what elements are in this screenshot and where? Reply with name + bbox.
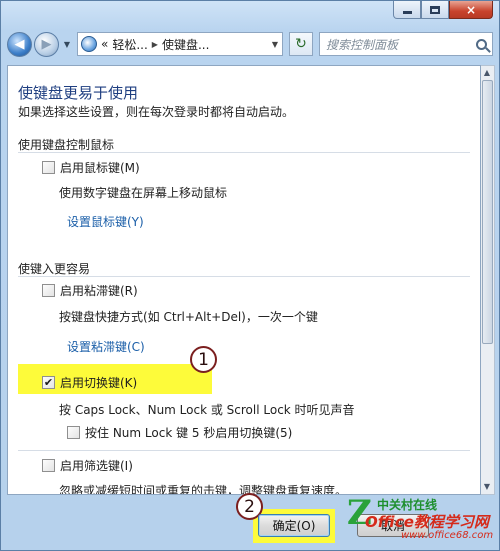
setup-mouse-keys-link[interactable]: 设置鼠标键(Y)	[67, 213, 144, 230]
toggle-keys-description: 按 Caps Lock、Num Lock 或 Scroll Lock 时听见声音	[59, 403, 355, 417]
maximize-icon	[430, 5, 440, 14]
minimize-button[interactable]	[393, 1, 421, 19]
back-button[interactable]: ◀	[7, 31, 32, 57]
filter-keys-description: 忽略或减缓短时间或重复的击键，调整键盘重复速度。	[59, 484, 348, 495]
toggle-keys-label[interactable]: 启用切换键(K)	[60, 374, 137, 391]
divider	[18, 152, 470, 153]
minimize-icon	[402, 11, 412, 14]
filter-keys-label[interactable]: 启用筛选键(I)	[60, 457, 133, 474]
control-panel-icon	[81, 36, 97, 52]
watermark-url: www.office68.com	[401, 530, 494, 541]
sticky-keys-checkbox[interactable]	[42, 284, 55, 297]
sticky-keys-label[interactable]: 启用粘滞键(R)	[60, 282, 138, 299]
page-description: 如果选择这些设置，则在每次登录时都将自动启动。	[18, 105, 295, 119]
arrow-left-icon: ◀	[14, 36, 25, 52]
group-title-typing: 使键入更容易	[18, 262, 91, 276]
mouse-keys-label[interactable]: 启用鼠标键(M)	[60, 159, 140, 176]
scroll-up-icon[interactable]: ▲	[481, 66, 493, 80]
search-input[interactable]: 搜索控制面板	[319, 32, 493, 56]
caption-buttons: ×	[393, 1, 493, 19]
ok-button[interactable]: 确定(O)	[258, 514, 330, 537]
scroll-thumb[interactable]	[482, 80, 493, 344]
recent-pages-dropdown[interactable]: ▼	[61, 40, 73, 49]
refresh-button[interactable]: ↻	[289, 32, 313, 56]
search-icon[interactable]	[476, 38, 487, 50]
chevron-right-icon[interactable]: ▶	[152, 40, 158, 49]
search-placeholder: 搜索控制面板	[326, 37, 399, 52]
annotation-step-1: 1	[190, 346, 217, 373]
site-watermark: Z 中关村在线 Office教程学习网 www.office68.com	[345, 494, 495, 544]
divider	[18, 450, 470, 451]
sticky-keys-description: 按键盘快捷方式(如 Ctrl+Alt+Del)，一次一个键	[59, 310, 318, 324]
breadcrumb-overflow[interactable]: «	[101, 37, 108, 51]
breadcrumb-ease-of-access[interactable]: 轻松...	[112, 36, 147, 53]
group-title-mouse-keys: 使用键盘控制鼠标	[18, 138, 115, 152]
divider	[18, 276, 470, 277]
vertical-scrollbar[interactable]: ▲ ▼	[481, 65, 495, 495]
toggle-keys-option[interactable]: ✔ 启用切换键(K)	[42, 374, 137, 391]
sticky-keys-option[interactable]: 启用粘滞键(R)	[42, 282, 138, 299]
numlock-toggle-checkbox[interactable]	[67, 426, 80, 439]
close-button[interactable]: ×	[449, 1, 493, 19]
watermark-line-2: Office教程学习网	[365, 513, 489, 531]
toggle-keys-checkbox[interactable]: ✔	[42, 376, 55, 389]
numlock-toggle-option[interactable]: 按住 Num Lock 键 5 秒启用切换键(5)	[67, 424, 292, 441]
mouse-keys-option[interactable]: 启用鼠标键(M)	[42, 159, 140, 176]
close-icon: ×	[465, 2, 477, 17]
page-title: 使键盘更易于使用	[18, 84, 139, 102]
mouse-keys-description: 使用数字键盘在屏幕上移动鼠标	[59, 186, 228, 200]
scroll-down-icon[interactable]: ▼	[481, 480, 493, 494]
setup-sticky-keys-link[interactable]: 设置粘滞键(C)	[67, 338, 145, 355]
chevron-down-icon[interactable]: ▼	[268, 40, 282, 49]
arrow-right-icon: ▶	[41, 36, 52, 52]
filter-keys-checkbox[interactable]	[42, 459, 55, 472]
control-panel-window: × ◀ ▶ ▼ « 轻松... ▶ 使键盘... ▼ ↻ 搜索控制面板 使键盘更…	[0, 0, 500, 551]
refresh-icon: ↻	[295, 36, 307, 52]
settings-content: 使键盘更易于使用 如果选择这些设置，则在每次登录时都将自动启动。 使用键盘控制鼠…	[7, 65, 481, 495]
forward-button[interactable]: ▶	[34, 31, 59, 57]
address-bar-row: ◀ ▶ ▼ « 轻松... ▶ 使键盘... ▼ ↻ 搜索控制面板	[7, 29, 493, 59]
numlock-toggle-label[interactable]: 按住 Num Lock 键 5 秒启用切换键(5)	[85, 424, 292, 441]
mouse-keys-checkbox[interactable]	[42, 161, 55, 174]
breadcrumb-keyboard[interactable]: 使键盘...	[162, 36, 209, 53]
filter-keys-option[interactable]: 启用筛选键(I)	[42, 457, 133, 474]
maximize-button[interactable]	[421, 1, 449, 19]
address-box[interactable]: « 轻松... ▶ 使键盘... ▼	[77, 32, 283, 56]
